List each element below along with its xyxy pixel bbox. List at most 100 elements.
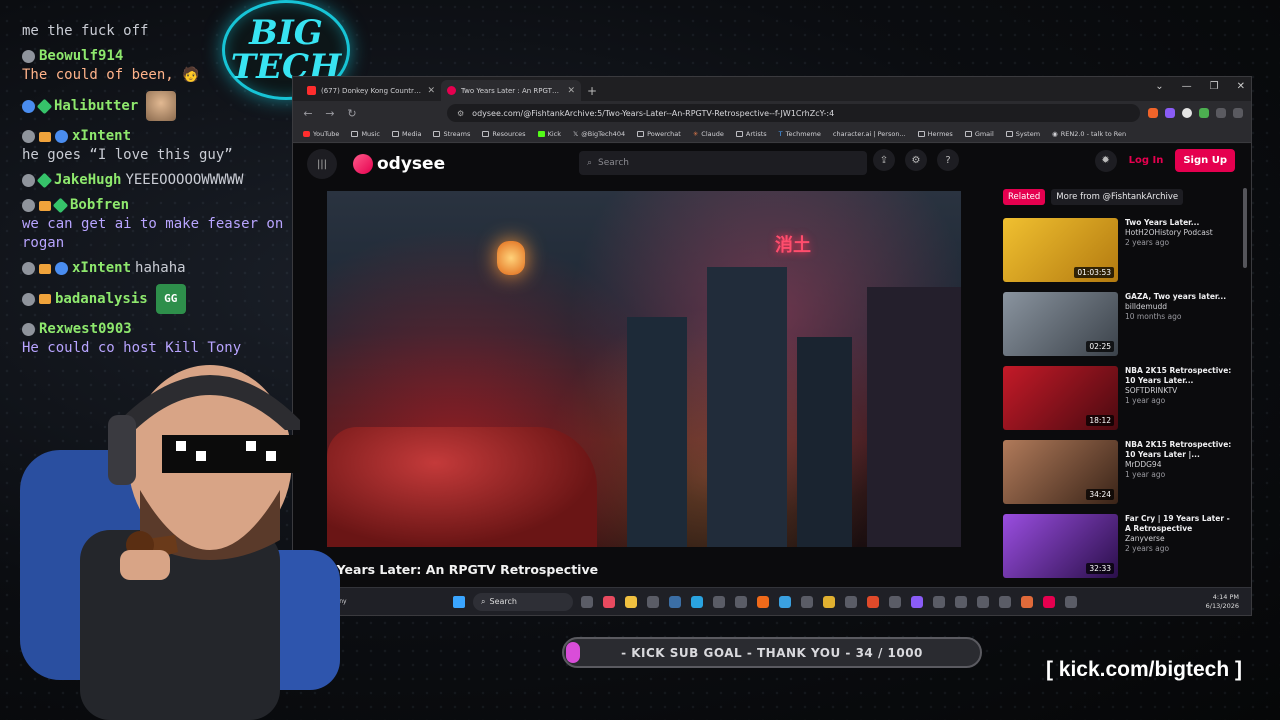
sofa <box>327 427 597 547</box>
task-view-icon[interactable] <box>581 595 593 608</box>
theme-toggle-icon[interactable]: ✹ <box>1094 149 1117 172</box>
app-icon[interactable] <box>911 595 923 608</box>
bookmark-item[interactable]: character.ai | Person... <box>833 130 906 138</box>
profile-icon[interactable] <box>1182 108 1192 118</box>
channel-name[interactable]: SOFTDRINKTV <box>1125 386 1237 396</box>
taskbar-search[interactable]: ⌕ Search <box>473 592 573 611</box>
channel-name[interactable]: MrDDG94 <box>1125 460 1237 470</box>
reload-icon[interactable]: ↻ <box>345 107 359 120</box>
folder-icon <box>735 130 743 137</box>
close-icon[interactable]: ✕ <box>567 86 575 96</box>
upload-icon[interactable]: ⇪ <box>873 149 895 171</box>
back-icon[interactable]: ← <box>301 107 315 120</box>
channel-name[interactable]: HotH2OHistory Podcast <box>1125 228 1237 238</box>
search-input[interactable]: ⌕ Search <box>579 151 867 175</box>
app-icon[interactable] <box>933 595 945 608</box>
video-title[interactable]: GAZA, Two years later... <box>1125 292 1237 302</box>
channel-name[interactable]: Zanyverse <box>1125 534 1237 544</box>
chevron-down-icon[interactable]: ⌄ <box>1155 81 1163 92</box>
music-icon[interactable] <box>1216 108 1226 118</box>
related-video[interactable]: 01:03:53 Two Years Later... HotH2OHistor… <box>1003 218 1241 282</box>
url-field[interactable]: ⚙ odysee.com/@FishtankArchive:5/Two-Year… <box>447 104 1140 122</box>
tab-youtube[interactable]: (677) Donkey Kong Country but it's h ✕ <box>301 80 441 101</box>
video-thumbnail[interactable]: 32:33 <box>1003 514 1118 578</box>
extension-icon[interactable] <box>1199 108 1209 118</box>
forward-icon[interactable]: → <box>323 107 337 120</box>
video-thumbnail[interactable]: 34:24 <box>1003 440 1118 504</box>
user-badge-icon <box>22 50 35 63</box>
related-video[interactable]: 02:25 GAZA, Two years later... billdemud… <box>1003 292 1241 356</box>
bookmark-item[interactable]: Media <box>391 130 421 138</box>
bookmarks-bar: YouTube Music Media Streams Resources Ki… <box>293 125 1251 143</box>
menu-icon[interactable] <box>1233 108 1243 118</box>
tab-odysee[interactable]: Two Years Later : An RPGTV Retrospective… <box>441 80 581 101</box>
odysee-logo[interactable]: odysee <box>353 154 445 174</box>
claude-icon[interactable] <box>1021 595 1033 608</box>
bookmark-item[interactable]: 𝕏 @BigTech404 <box>573 130 625 138</box>
bookmark-item[interactable]: Artists <box>735 130 767 138</box>
video-thumbnail[interactable]: 18:12 <box>1003 366 1118 430</box>
bookmark-item[interactable]: ✳ Claude <box>693 130 724 138</box>
app-icon[interactable] <box>889 595 901 608</box>
bookmark-item[interactable]: Streams <box>433 130 470 138</box>
bookmark-item[interactable]: Music <box>351 130 380 138</box>
tab-more-from-channel[interactable]: More from @FishtankArchive <box>1051 189 1184 205</box>
app-icon[interactable] <box>999 595 1011 608</box>
gear-icon[interactable]: ⚙ <box>905 149 927 171</box>
channel-name[interactable]: billdemudd <box>1125 302 1237 312</box>
bookmark-item[interactable]: ◉ REN2.0 - talk to Ren <box>1052 130 1126 138</box>
brave-icon[interactable] <box>867 595 879 608</box>
scrollbar[interactable] <box>1243 188 1247 268</box>
site-info-icon[interactable]: ⚙ <box>457 109 464 118</box>
app-icon[interactable] <box>647 595 659 608</box>
bookmark-item[interactable]: System <box>1005 130 1040 138</box>
extension-icon[interactable] <box>1165 108 1175 118</box>
related-video[interactable]: 32:33 Far Cry | 19 Years Later - A Retro… <box>1003 514 1241 578</box>
close-icon[interactable]: ✕ <box>427 86 435 96</box>
bookmark-item[interactable]: Gmail <box>964 130 994 138</box>
browser-icon[interactable] <box>1043 595 1055 608</box>
brave-shield-icon[interactable] <box>1148 108 1158 118</box>
file-explorer-icon[interactable] <box>625 595 637 608</box>
chrome-icon[interactable] <box>823 595 835 608</box>
app-icon[interactable] <box>713 595 725 608</box>
app-icon[interactable] <box>735 595 747 608</box>
video-player[interactable]: 消土 <box>327 191 961 547</box>
related-video[interactable]: 18:12 NBA 2K15 Retrospective: 10 Years L… <box>1003 366 1241 430</box>
bookmark-item[interactable]: YouTube <box>303 130 339 138</box>
windows-start-icon[interactable] <box>453 595 465 608</box>
bookmark-item[interactable]: Resources <box>482 130 526 138</box>
signup-button[interactable]: Sign Up <box>1175 149 1235 172</box>
help-icon[interactable]: ? <box>937 149 959 171</box>
app-icon[interactable] <box>603 595 615 608</box>
login-button[interactable]: Log In <box>1129 155 1164 166</box>
maximize-icon[interactable]: ❐ <box>1210 81 1219 92</box>
close-window-icon[interactable]: ✕ <box>1237 81 1245 92</box>
app-icon[interactable] <box>801 595 813 608</box>
x-icon[interactable] <box>845 595 857 608</box>
telegram-icon[interactable] <box>691 595 703 608</box>
related-video[interactable]: 34:24 NBA 2K15 Retrospective: 10 Years L… <box>1003 440 1241 504</box>
tab-related[interactable]: Related <box>1003 189 1046 205</box>
settings-icon[interactable] <box>955 595 967 608</box>
hamburger-menu-button[interactable]: ||| <box>307 149 337 179</box>
bookmark-item[interactable]: Hermes <box>917 130 953 138</box>
minimize-icon[interactable]: — <box>1182 81 1192 92</box>
bookmark-item[interactable]: T Techmeme <box>779 130 821 138</box>
app-icon[interactable] <box>757 595 769 608</box>
bookmark-item[interactable]: Kick <box>537 130 561 138</box>
video-thumbnail[interactable]: 02:25 <box>1003 292 1118 356</box>
new-tab-button[interactable]: + <box>587 84 597 98</box>
video-title[interactable]: Far Cry | 19 Years Later - A Retrospecti… <box>1125 514 1237 534</box>
related-videos: 01:03:53 Two Years Later... HotH2OHistor… <box>1003 218 1241 588</box>
steam-icon[interactable] <box>669 595 681 608</box>
video-thumbnail[interactable]: 01:03:53 <box>1003 218 1118 282</box>
app-icon[interactable] <box>1065 595 1077 608</box>
video-title[interactable]: Two Years Later... <box>1125 218 1237 228</box>
app-icon[interactable] <box>779 595 791 608</box>
video-title[interactable]: NBA 2K15 Retrospective: 10 Years Later |… <box>1125 440 1237 460</box>
video-title[interactable]: NBA 2K15 Retrospective: 10 Years Later..… <box>1125 366 1237 386</box>
bookmark-item[interactable]: Powerchat <box>637 130 681 138</box>
system-clock[interactable]: 4:14 PM 6/13/2026 <box>1206 593 1239 611</box>
app-icon[interactable] <box>977 595 989 608</box>
